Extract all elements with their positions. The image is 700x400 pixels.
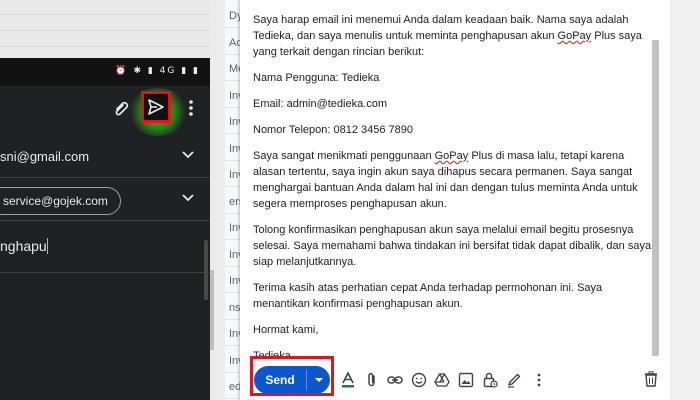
background-scrollbar: [210, 270, 214, 350]
message-body[interactable]: Saya harap email ini menemui Anda dalam …: [253, 12, 653, 374]
body-paragraph: Terima kasih atas perhatian cepat Anda t…: [253, 282, 603, 310]
paperclip-icon[interactable]: [364, 372, 380, 388]
phone-top-background: [0, 0, 210, 58]
recipient-chip[interactable]: service@gojek.com: [0, 187, 121, 215]
emoji-icon[interactable]: [411, 372, 427, 388]
photo-icon[interactable]: [458, 372, 474, 388]
body-paragraph: Email: admin@tedieka.com: [253, 98, 388, 110]
send-highlight-box: [250, 356, 334, 396]
spellcheck-word[interactable]: GoPay: [558, 30, 592, 42]
status-bar: ⏰ ✱ ▮ 4G ▮ ▮: [0, 58, 210, 86]
lock-clock-icon[interactable]: [482, 372, 498, 388]
chevron-down-icon[interactable]: [182, 150, 194, 160]
status-icons: ⏰ ✱ ▮ 4G ▮ ▮: [115, 66, 200, 76]
body-paragraph: Hormat kami,: [253, 324, 319, 336]
from-row[interactable]: sni@gmail.com: [0, 136, 210, 178]
more-vert-icon[interactable]: [186, 98, 196, 118]
trash-icon[interactable]: [644, 371, 658, 387]
from-email: sni@gmail.com: [0, 149, 90, 164]
body-paragraph: Saya harap email ini menemui Anda dalam …: [253, 14, 642, 58]
subject-text: nghapu: [0, 238, 47, 254]
send-arrow-icon: [148, 99, 164, 115]
text-caret: [46, 238, 49, 254]
body-paragraph: Saya sangat menikmati penggunaan GoPay P…: [253, 150, 638, 210]
phone-scrollbar[interactable]: [204, 240, 208, 300]
compose-window: Saya harap email ini menemui Anda dalam …: [240, 0, 670, 400]
right-margin: [670, 0, 700, 400]
paperclip-icon[interactable]: [112, 98, 132, 118]
pen-icon[interactable]: [506, 372, 522, 388]
compose-scrollbar[interactable]: [652, 40, 659, 356]
to-row[interactable]: service@gojek.com: [0, 179, 210, 221]
phone-gmail-compose: ⏰ ✱ ▮ 4G ▮ ▮ sni@gmail.com service@gojek…: [0, 0, 210, 400]
more-vert-icon[interactable]: [531, 372, 547, 388]
drive-icon[interactable]: [434, 372, 450, 388]
spellcheck-word[interactable]: GoPay: [435, 150, 469, 162]
text-format-icon[interactable]: [340, 372, 356, 388]
link-icon[interactable]: [387, 372, 403, 388]
chevron-down-icon[interactable]: [182, 193, 194, 203]
body-paragraph: Nomor Telepon: 0812 3456 7890: [253, 124, 414, 136]
subject-field[interactable]: nghapu: [0, 222, 210, 273]
phone-send-button[interactable]: [141, 91, 171, 123]
body-paragraph: Nama Pengguna: Tedieka: [253, 72, 380, 84]
body-paragraph: Tolong konfirmasikan penghapusan akun sa…: [253, 224, 652, 268]
